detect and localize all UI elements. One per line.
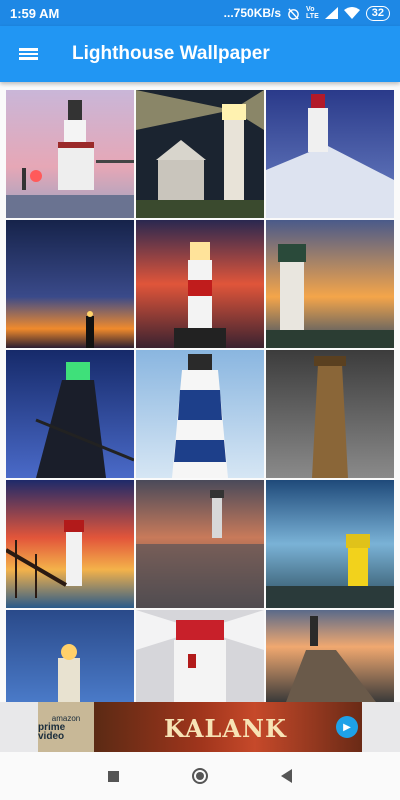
wallpaper-thumbnail[interactable] — [266, 480, 394, 608]
wallpaper-thumbnail[interactable] — [136, 220, 264, 348]
network-speed: ...750KB/s — [223, 6, 282, 20]
status-indicators: ...750KB/s Vo LTE 32 — [223, 5, 390, 21]
volte-indicator: Vo LTE — [306, 6, 319, 20]
wallpaper-thumbnail[interactable] — [266, 220, 394, 348]
home-button[interactable] — [180, 756, 220, 796]
status-time: 1:59 AM — [10, 5, 60, 21]
prime-video-logo[interactable]: amazon prime video — [38, 702, 94, 752]
wallpaper-thumbnail[interactable] — [6, 90, 134, 218]
wallpaper-thumbnail[interactable] — [136, 610, 264, 702]
system-nav-bar — [0, 752, 400, 800]
app-bar: Lighthouse Wallpaper — [0, 26, 400, 82]
menu-button[interactable] — [0, 26, 56, 82]
wallpaper-thumbnail[interactable] — [6, 610, 134, 702]
home-icon — [191, 768, 208, 784]
back-button[interactable] — [267, 756, 307, 796]
back-icon — [281, 769, 293, 783]
wallpaper-thumbnail[interactable] — [266, 350, 394, 478]
play-icon[interactable]: ▶ — [336, 716, 358, 738]
wallpaper-thumbnail[interactable] — [136, 90, 264, 218]
ad-banner[interactable]: amazon prime video KALANK ▶ — [0, 702, 400, 752]
wifi-icon — [343, 7, 360, 19]
recents-button[interactable] — [93, 756, 133, 796]
wallpaper-thumbnail[interactable] — [266, 610, 394, 702]
ad-movie-title: KALANK — [164, 714, 287, 743]
wallpaper-thumbnail[interactable] — [266, 90, 394, 218]
hamburger-menu-icon — [18, 46, 38, 62]
battery-icon: 32 — [365, 5, 390, 21]
recents-icon — [107, 770, 119, 782]
wallpaper-thumbnail[interactable] — [6, 480, 134, 608]
wallpaper-thumbnail[interactable] — [136, 480, 264, 608]
alarm-off-icon — [288, 7, 299, 20]
wallpaper-grid[interactable] — [0, 82, 400, 702]
app-title: Lighthouse Wallpaper — [72, 43, 270, 64]
wallpaper-thumbnail[interactable] — [136, 350, 264, 478]
signal-icon — [324, 7, 338, 19]
wallpaper-thumbnail[interactable] — [6, 350, 134, 478]
ad-movie-banner[interactable]: KALANK ▶ — [94, 702, 362, 752]
status-bar: 1:59 AM ...750KB/s Vo LTE 32 — [0, 0, 400, 26]
wallpaper-thumbnail[interactable] — [6, 220, 134, 348]
